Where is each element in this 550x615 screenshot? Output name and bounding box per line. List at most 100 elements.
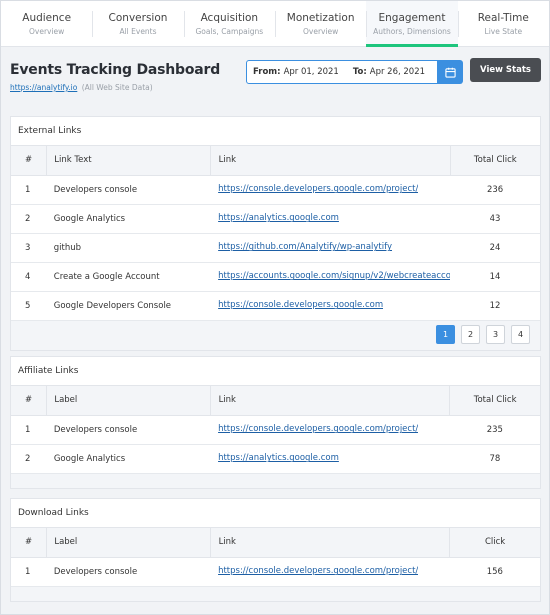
link-url[interactable]: https://analytics.google.com bbox=[218, 213, 339, 223]
col-header-label[interactable]: Label bbox=[46, 386, 211, 416]
tab-subtitle: Goals, Campaigns bbox=[195, 27, 264, 36]
page-title: Events Tracking Dashboard bbox=[10, 62, 221, 78]
calendar-icon bbox=[445, 67, 456, 78]
tab-title: Acquisition bbox=[200, 12, 259, 24]
link-text: github bbox=[46, 233, 211, 263]
link-url[interactable]: https://analytics.google.com bbox=[218, 453, 339, 463]
site-note: (All Web Site Data) bbox=[81, 83, 153, 92]
link-label: Developers console bbox=[46, 557, 211, 587]
click-count: 24 bbox=[450, 233, 540, 263]
col-header-number[interactable]: # bbox=[11, 386, 47, 416]
external-links-panel: External Links # Link Text Link Total Cl… bbox=[10, 116, 541, 351]
link-url[interactable]: https://console.developers.google.com/pr… bbox=[218, 184, 418, 194]
click-count: 14 bbox=[450, 262, 540, 292]
panel-footer bbox=[11, 473, 540, 488]
row-number: 4 bbox=[11, 262, 47, 292]
panel-title: External Links bbox=[11, 117, 540, 146]
row-number: 1 bbox=[11, 557, 47, 587]
col-header-link[interactable]: Link bbox=[209, 528, 450, 558]
col-header-link[interactable]: Link bbox=[209, 146, 451, 176]
tab-subtitle: All Events bbox=[119, 27, 157, 36]
col-header-link-text[interactable]: Link Text bbox=[46, 146, 211, 176]
table-header-row: # Label Link Total Click bbox=[11, 386, 540, 416]
tab-title: Audience bbox=[22, 12, 72, 24]
click-count: 235 bbox=[449, 415, 540, 445]
panel-footer bbox=[11, 586, 540, 601]
row-number: 2 bbox=[11, 444, 47, 474]
link-cell: https://accounts.google.com/signup/v2/we… bbox=[210, 262, 451, 292]
tab-conversion[interactable]: Conversion All Events bbox=[92, 1, 183, 46]
to-label: To: bbox=[352, 67, 367, 77]
link-url[interactable]: https://console.developers.google.com/pr… bbox=[218, 566, 418, 576]
page-button-1[interactable]: 1 bbox=[436, 324, 455, 344]
calendar-button[interactable] bbox=[438, 60, 463, 84]
dashboard-header: Events Tracking Dashboard https://analyt… bbox=[1, 47, 549, 101]
row-number: 1 bbox=[11, 175, 47, 205]
table-row: 1 Developers console https://console.dev… bbox=[11, 415, 540, 445]
link-cell: https://analytics.google.com bbox=[210, 204, 451, 234]
click-count: 236 bbox=[450, 175, 540, 205]
table-row: 5 Google Developers Console https://cons… bbox=[11, 291, 540, 321]
link-text: Google Developers Console bbox=[46, 291, 211, 321]
col-header-label[interactable]: Label bbox=[46, 528, 211, 558]
pagination: 1 2 3 4 bbox=[436, 324, 530, 344]
tab-monetization[interactable]: Monetization Overview bbox=[274, 1, 366, 46]
click-count: 78 bbox=[449, 444, 540, 474]
pagination-bar: 1 2 3 4 bbox=[11, 320, 540, 350]
table-row: 1 Developers console https://console.dev… bbox=[11, 557, 540, 587]
row-number: 1 bbox=[11, 415, 47, 445]
site-link[interactable]: https://analytify.io bbox=[10, 83, 77, 92]
tab-engagement[interactable]: Engagement Authors, Dimensions bbox=[366, 1, 458, 47]
table-row: 3 github https://github.com/Analytify/wp… bbox=[11, 233, 540, 263]
link-url[interactable]: https://accounts.google.com/signup/v2/we… bbox=[218, 271, 450, 281]
row-number: 2 bbox=[11, 204, 47, 234]
link-text: Create a Google Account bbox=[46, 262, 211, 292]
col-header-click[interactable]: Click bbox=[449, 528, 540, 558]
link-label: Google Analytics bbox=[46, 444, 211, 474]
link-cell: https://console.developers.google.com/pr… bbox=[210, 557, 450, 587]
to-value: Apr 26, 2021 bbox=[369, 67, 426, 77]
link-text: Developers console bbox=[46, 175, 211, 205]
tab-title: Monetization bbox=[286, 12, 355, 24]
top-tabs: Audience Overview Conversion All Events … bbox=[1, 1, 549, 47]
col-header-number[interactable]: # bbox=[11, 146, 47, 176]
tab-subtitle: Authors, Dimensions bbox=[373, 27, 451, 36]
table-row: 2 Google Analytics https://analytics.goo… bbox=[11, 444, 540, 474]
link-url[interactable]: https://console.developers.google.com bbox=[218, 300, 383, 310]
tab-subtitle: Live State bbox=[484, 27, 523, 36]
col-header-number[interactable]: # bbox=[11, 528, 47, 558]
link-url[interactable]: https://console.developers.google.com/pr… bbox=[218, 424, 418, 434]
col-header-total-click[interactable]: Total Click bbox=[449, 146, 540, 176]
link-cell: https://analytics.google.com bbox=[210, 444, 450, 474]
link-text: Google Analytics bbox=[46, 204, 211, 234]
affiliate-links-panel: Affiliate Links # Label Link Total Click… bbox=[10, 356, 541, 489]
table-header-row: # Link Text Link Total Click bbox=[11, 146, 540, 176]
click-count: 156 bbox=[449, 557, 540, 587]
page-button-4[interactable]: 4 bbox=[511, 324, 530, 344]
link-url[interactable]: https://github.com/Analytify/wp-analytif… bbox=[218, 242, 392, 252]
table-header-row: # Label Link Click bbox=[11, 528, 540, 558]
download-links-table: # Label Link Click 1 Developers console … bbox=[11, 528, 540, 587]
from-value: Apr 01, 2021 bbox=[283, 67, 339, 77]
page-button-3[interactable]: 3 bbox=[486, 324, 505, 344]
external-links-table: # Link Text Link Total Click 1 Developer… bbox=[11, 146, 540, 321]
click-count: 43 bbox=[450, 204, 540, 234]
link-cell: https://console.developers.google.com/pr… bbox=[210, 415, 450, 445]
page-button-2[interactable]: 2 bbox=[461, 324, 480, 344]
tab-title: Real-Time bbox=[477, 12, 529, 24]
site-line: https://analytify.io (All Web Site Data) bbox=[10, 83, 153, 92]
tab-real-time[interactable]: Real-Time Live State bbox=[457, 1, 549, 46]
tab-audience[interactable]: Audience Overview bbox=[1, 1, 92, 46]
col-header-total-click[interactable]: Total Click bbox=[449, 386, 540, 416]
table-row: 2 Google Analytics https://analytics.goo… bbox=[11, 204, 540, 234]
download-links-panel: Download Links # Label Link Click 1 Deve… bbox=[10, 498, 541, 602]
page: Audience Overview Conversion All Events … bbox=[0, 0, 550, 615]
link-cell: https://console.developers.google.com/pr… bbox=[210, 175, 451, 205]
col-header-link[interactable]: Link bbox=[209, 386, 450, 416]
view-stats-button[interactable]: View Stats bbox=[470, 58, 541, 82]
link-cell: https://github.com/Analytify/wp-analytif… bbox=[210, 233, 451, 263]
tab-acquisition[interactable]: Acquisition Goals, Campaigns bbox=[183, 1, 275, 46]
link-cell: https://console.developers.google.com bbox=[210, 291, 451, 321]
date-range-input[interactable]: From: Apr 01, 2021 To: Apr 26, 2021 bbox=[246, 60, 438, 84]
panel-title: Affiliate Links bbox=[11, 357, 540, 386]
